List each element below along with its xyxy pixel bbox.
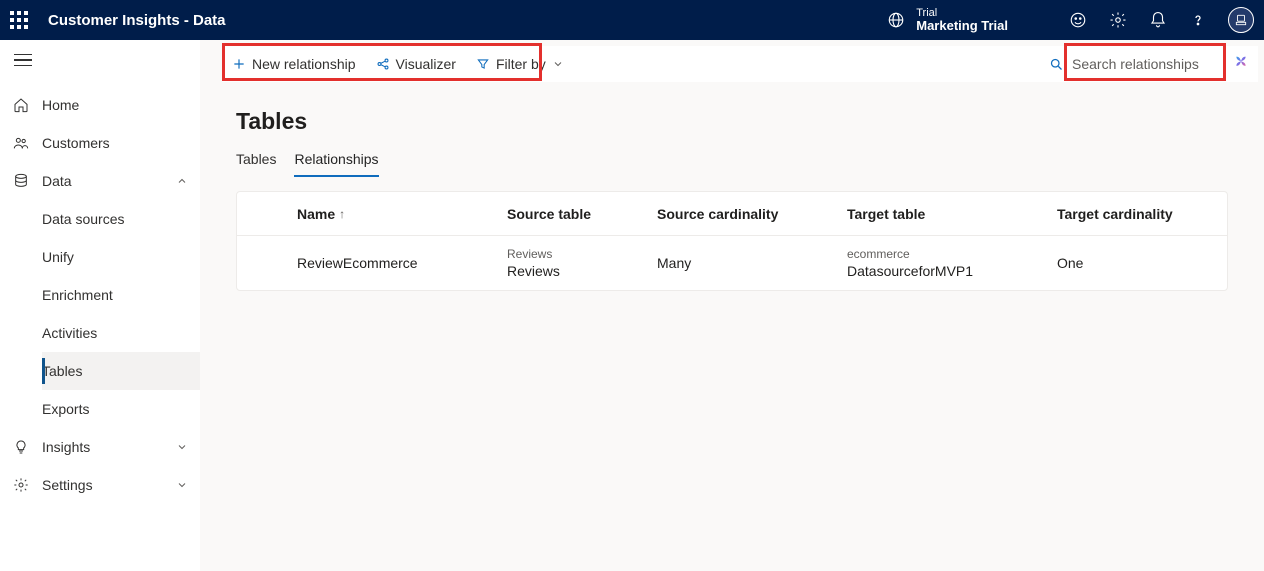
col-target-table[interactable]: Target table [843,206,1053,222]
col-source-table[interactable]: Source table [503,206,653,222]
sidebar-item-label: Exports [42,401,89,417]
sidebar-item-exports[interactable]: Exports [42,390,200,428]
sort-asc-icon: ↑ [339,207,345,221]
page-title: Tables [236,108,1228,135]
sidebar-item-data-sources[interactable]: Data sources [42,200,200,238]
globe-icon [886,10,906,30]
tab-tables[interactable]: Tables [236,151,276,177]
trial-text: Trial Marketing Trial [916,7,1008,33]
cell-target-cardinality: One [1053,255,1213,271]
home-icon [12,96,30,114]
cell-name: ReviewEcommerce [293,255,503,271]
database-icon [12,172,30,190]
search-relationships[interactable] [1043,50,1216,78]
chevron-up-icon [176,175,188,187]
sidebar-item-label: Customers [42,135,110,151]
avatar[interactable] [1228,7,1254,33]
sidebar-toggle-icon[interactable] [14,54,32,67]
sidebar-item-tables[interactable]: Tables [42,352,200,390]
sidebar-sub-data: Data sources Unify Enrichment Activities… [0,200,200,428]
main: New relationship Visualizer Filter by [200,40,1264,571]
nav: Home Customers Data Data sources Unif [0,80,200,504]
sidebar: Home Customers Data Data sources Unif [0,40,200,571]
search-input[interactable] [1072,56,1212,72]
smiley-icon[interactable] [1068,10,1088,30]
chevron-down-icon [176,479,188,491]
toolbar: New relationship Visualizer Filter by [222,46,1258,82]
trial-block[interactable]: Trial Marketing Trial [886,7,1008,33]
gear-icon [12,476,30,494]
top-header: Customer Insights - Data Trial Marketing… [0,0,1264,40]
search-icon [1049,57,1064,72]
header-icons [1068,7,1254,33]
sidebar-item-label: Home [42,97,79,113]
sidebar-item-activities[interactable]: Activities [42,314,200,352]
copilot-icon[interactable] [1230,53,1252,75]
sidebar-item-home[interactable]: Home [0,86,200,124]
sidebar-item-label: Unify [42,249,74,265]
trial-name: Marketing Trial [916,19,1008,33]
filter-by-button[interactable]: Filter by [466,46,574,82]
cell-source-table: Reviews Reviews [503,247,653,279]
sidebar-item-label: Activities [42,325,97,341]
sidebar-item-data[interactable]: Data [0,162,200,200]
sidebar-item-label: Data sources [42,211,124,227]
filter-icon [476,57,490,71]
sidebar-item-label: Data [42,173,72,189]
sidebar-item-unify[interactable]: Unify [42,238,200,276]
sidebar-item-label: Settings [42,477,93,493]
cell-source-cardinality: Many [653,255,843,271]
visualizer-button[interactable]: Visualizer [366,46,466,82]
sidebar-item-customers[interactable]: Customers [0,124,200,162]
col-target-cardinality[interactable]: Target cardinality [1053,206,1213,222]
sidebar-item-settings[interactable]: Settings [0,466,200,504]
table-header: Name ↑ Source table Source cardinality T… [237,192,1227,236]
help-icon[interactable] [1188,10,1208,30]
tab-relationships[interactable]: Relationships [294,151,378,177]
table-row[interactable]: ReviewEcommerce Reviews Reviews Many eco… [237,236,1227,290]
gear-icon[interactable] [1108,10,1128,30]
sidebar-item-enrichment[interactable]: Enrichment [42,276,200,314]
sidebar-item-label: Tables [42,363,82,379]
sidebar-item-label: Enrichment [42,287,113,303]
share-icon [376,57,390,71]
sidebar-item-insights[interactable]: Insights [0,428,200,466]
col-name[interactable]: Name ↑ [293,206,503,222]
app-launcher-icon[interactable] [10,11,28,29]
col-source-cardinality[interactable]: Source cardinality [653,206,843,222]
cmd-label: New relationship [252,56,356,72]
cmd-label: Filter by [496,56,546,72]
lightbulb-icon [12,438,30,456]
plus-icon [232,57,246,71]
tabbar: Tables Relationships [236,151,1228,177]
app-title: Customer Insights - Data [48,12,226,29]
relationships-table: Name ↑ Source table Source cardinality T… [236,191,1228,291]
cell-target-table: ecommerce DatasourceforMVP1 [843,247,1053,279]
chevron-down-icon [552,58,564,70]
cmd-label: Visualizer [396,56,456,72]
page: Tables Tables Relationships Name ↑ Sourc… [200,82,1264,317]
chevron-down-icon [176,441,188,453]
sidebar-item-label: Insights [42,439,90,455]
new-relationship-button[interactable]: New relationship [222,46,366,82]
bell-icon[interactable] [1148,10,1168,30]
people-icon [12,134,30,152]
